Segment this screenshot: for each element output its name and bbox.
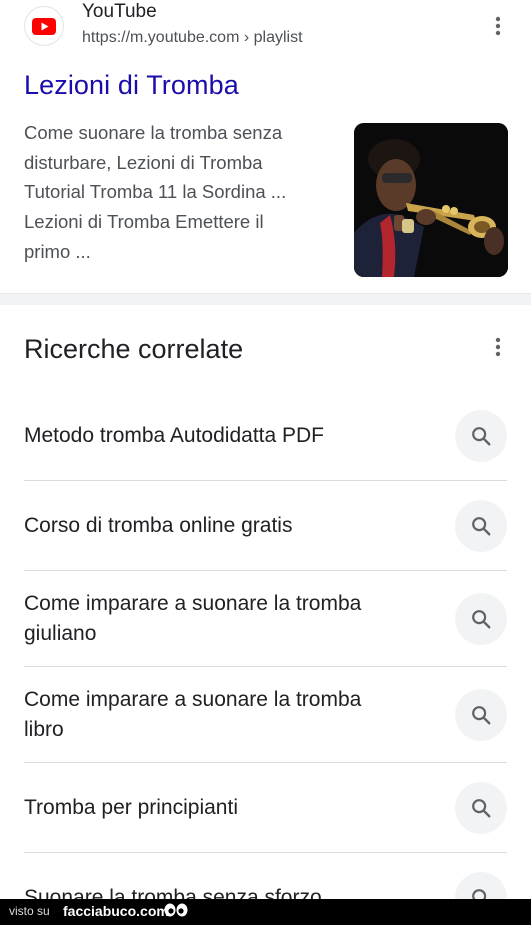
watermark-prefix: visto su	[9, 904, 50, 918]
section-divider	[0, 293, 531, 305]
related-item[interactable]: Come imparare a suonare la tromba libro	[24, 667, 507, 763]
snippet-line: Lezioni di Tromba Emettere il	[24, 211, 264, 233]
related-item-line: Come imparare a suonare la tromba	[24, 688, 362, 711]
search-icon	[472, 517, 491, 536]
related-search-button[interactable]	[455, 782, 507, 834]
search-icon	[472, 706, 491, 725]
related-item[interactable]: Corso di tromba online gratis	[24, 481, 507, 571]
snippet-line: Come suonare la tromba senza	[24, 122, 283, 143]
trumpet-player-image	[354, 123, 508, 277]
related-more-button[interactable]	[486, 335, 510, 359]
related-search-button[interactable]	[455, 500, 507, 552]
related-item-text: Come imparare a suonare la tromba libro	[24, 685, 424, 745]
youtube-favicon[interactable]	[24, 6, 64, 46]
result-more-button[interactable]	[486, 14, 510, 38]
related-item[interactable]: Tromba per principianti	[24, 763, 507, 853]
youtube-logo-icon	[32, 17, 56, 35]
search-icon	[472, 427, 491, 446]
search-icon	[472, 799, 491, 818]
search-result-card: YouTube https://m.youtube.com › playlist…	[0, 0, 531, 293]
result-snippet: Come suonare la tromba senza disturbare,…	[24, 118, 330, 267]
url-text: https://m.youtube.com	[82, 29, 240, 46]
snippet-line: disturbare, Lezioni di Tromba	[24, 151, 263, 173]
related-item-text: Suonare la tromba senza sforzo	[24, 886, 322, 900]
more-vert-icon	[495, 337, 501, 357]
related-item-line: libro	[24, 718, 64, 741]
related-heading: Ricerche correlate	[24, 334, 244, 364]
related-item[interactable]: Suonare la tromba senza sforzo	[24, 853, 507, 900]
related-item-text: Corso di tromba online gratis	[24, 514, 293, 537]
snippet-line: Tutorial Tromba 11 la Sordina ...	[24, 181, 287, 203]
related-search-button[interactable]	[455, 872, 507, 900]
related-item-text: Come imparare a suonare la tromba giulia…	[24, 589, 424, 649]
related-search-button[interactable]	[455, 689, 507, 741]
more-vert-icon	[495, 16, 501, 36]
related-search-button[interactable]	[455, 593, 507, 645]
result-title-link[interactable]: Lezioni di Tromba	[24, 70, 239, 101]
snippet-line: primo ...	[24, 240, 91, 262]
related-item-text: Metodo tromba Autodidatta PDF	[24, 424, 324, 447]
breadcrumb: › playlist	[243, 29, 303, 46]
related-searches: Ricerche correlate Metodo tromba Autodid…	[0, 305, 531, 900]
watermark-bar: visto su facciabuco.com	[0, 899, 531, 925]
site-url[interactable]: https://m.youtube.com › playlist	[82, 29, 303, 47]
related-item[interactable]: Metodo tromba Autodidatta PDF	[24, 391, 507, 481]
search-icon	[472, 610, 491, 629]
result-thumbnail[interactable]	[354, 123, 508, 277]
watermark-site: facciabuco.com	[63, 903, 169, 919]
related-item[interactable]: Come imparare a suonare la tromba giulia…	[24, 571, 507, 667]
eyes-logo-icon	[164, 903, 188, 917]
related-item-text: Tromba per principianti	[24, 796, 238, 819]
related-item-line: giuliano	[24, 622, 97, 645]
related-search-button[interactable]	[455, 410, 507, 462]
site-name[interactable]: YouTube	[82, 1, 157, 23]
related-item-line: Come imparare a suonare la tromba	[24, 592, 362, 615]
